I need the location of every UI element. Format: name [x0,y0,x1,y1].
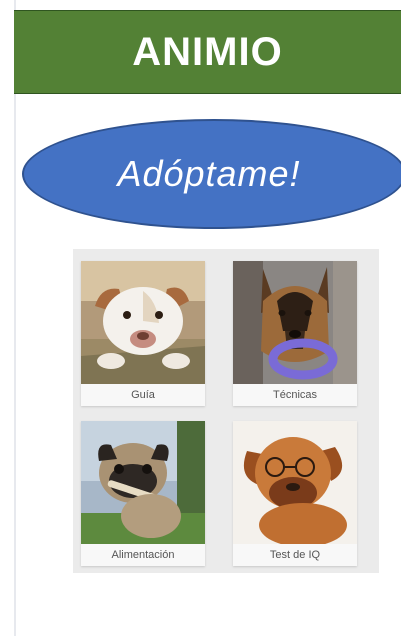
pitbull-photo-icon [81,261,205,384]
adopt-button-label: Adóptame! [117,153,301,194]
card-techniques-label: Técnicas [272,389,318,401]
card-feeding[interactable]: Alimentación [81,421,205,566]
card-iq-test[interactable]: Test de IQ [233,421,357,566]
german-shepherd-photo-icon [233,261,357,384]
page-left-border [14,0,16,636]
card-techniques[interactable]: Técnicas [233,261,357,406]
card-iq-test-label: Test de IQ [269,549,321,561]
card-feeding-label: Alimentación [111,549,175,561]
adopt-button[interactable]: Adóptame! [22,119,401,229]
card-guide[interactable]: Guía [81,261,205,406]
bulldog-glasses-photo-icon [233,421,357,544]
app-header: ANIMIO [14,10,401,94]
pug-photo-icon [81,421,205,544]
app-title: ANIMIO [132,29,283,74]
card-guide-label: Guía [131,389,155,401]
category-grid: Guía Técnicas Alimentación Test de IQ [73,249,379,573]
